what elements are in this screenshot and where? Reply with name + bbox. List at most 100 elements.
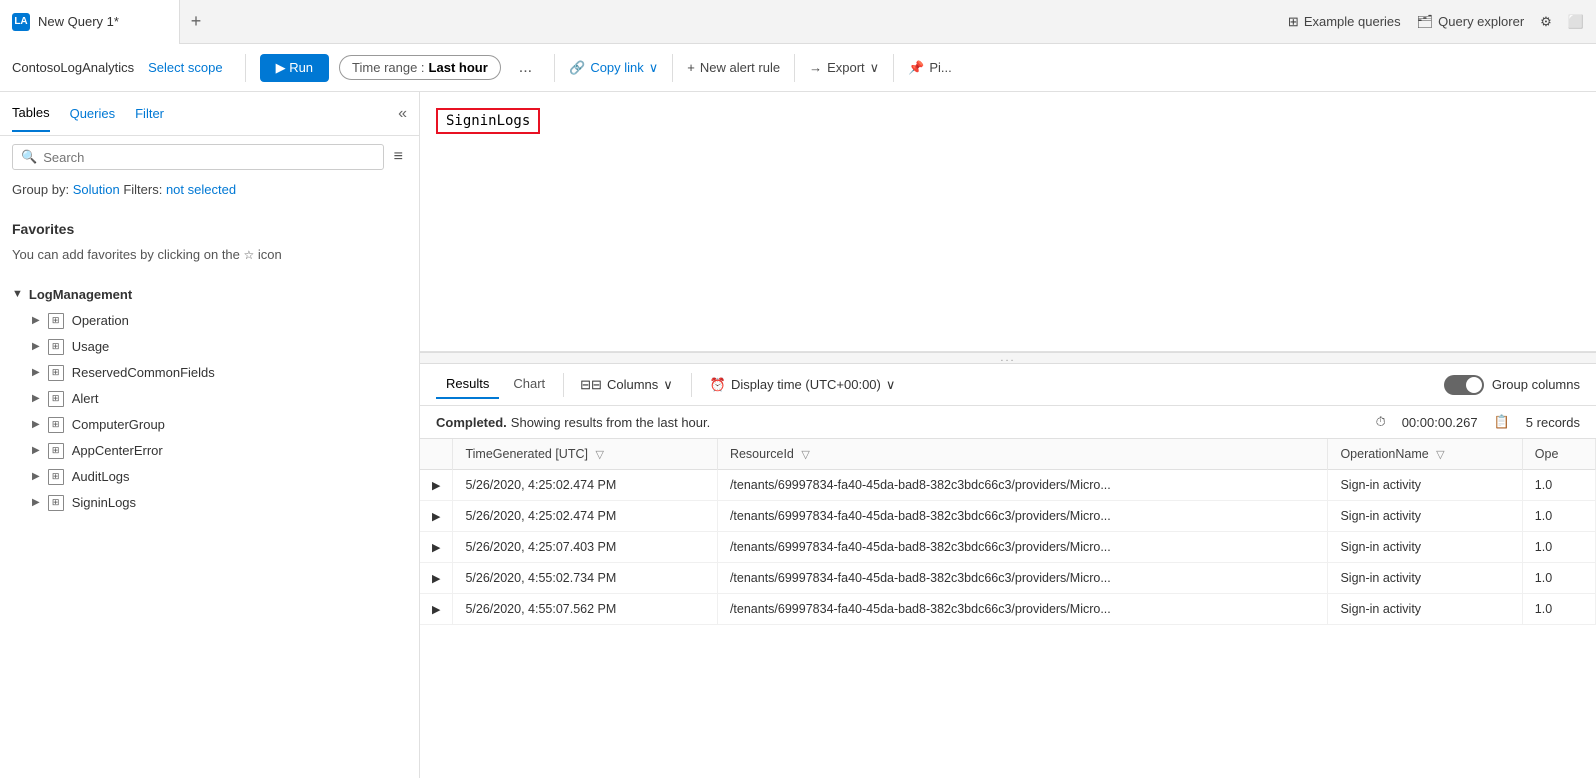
tab-filter[interactable]: Filter bbox=[135, 96, 164, 131]
add-tab-button[interactable]: + bbox=[180, 0, 212, 44]
toggle-switch[interactable] bbox=[1444, 375, 1484, 395]
table-row[interactable]: ▶ 5/26/2020, 4:25:07.403 PM /tenants/699… bbox=[420, 532, 1596, 563]
tree-item-operation[interactable]: ▶ ⊞ Operation bbox=[12, 308, 407, 334]
row-expand-button[interactable]: ▶ bbox=[420, 563, 453, 594]
display-time-button[interactable]: ⏰ Display time (UTC+00:00) ∨ bbox=[702, 373, 904, 397]
divider-5 bbox=[893, 54, 894, 82]
cell-timegenerated: 5/26/2020, 4:25:02.474 PM bbox=[453, 470, 717, 501]
tab-tables[interactable]: Tables bbox=[12, 95, 50, 132]
log-management-group[interactable]: ▼ LogManagement bbox=[12, 281, 407, 308]
filter-icon-button[interactable]: ≡ bbox=[390, 144, 407, 170]
status-left: Completed. Showing results from the last… bbox=[436, 415, 710, 430]
col-timegenerated: TimeGenerated [UTC] ▽ bbox=[453, 439, 717, 470]
tree-item-usage[interactable]: ▶ ⊞ Usage bbox=[12, 334, 407, 360]
operationname-filter-button[interactable]: ▽ bbox=[1436, 448, 1444, 461]
table-row[interactable]: ▶ 5/26/2020, 4:25:02.474 PM /tenants/699… bbox=[420, 501, 1596, 532]
search-input[interactable] bbox=[43, 150, 374, 165]
title-bar-right: ⊞ Example queries 🗂 Query explorer ⚙ ⬜ bbox=[1288, 14, 1596, 30]
tab-results[interactable]: Results bbox=[436, 370, 499, 399]
tree-section: ▼ LogManagement ▶ ⊞ Operation ▶ ⊞ Usage … bbox=[12, 273, 407, 524]
group-by-value[interactable]: Solution bbox=[73, 182, 120, 197]
pin-button[interactable]: 📌 Pi... bbox=[908, 60, 952, 76]
cell-timegenerated: 5/26/2020, 4:25:02.474 PM bbox=[453, 501, 717, 532]
display-time-chevron: ∨ bbox=[886, 377, 896, 393]
query-editor[interactable]: SigninLogs bbox=[420, 92, 1596, 352]
col-resourceid: ResourceId ▽ bbox=[717, 439, 1328, 470]
group-by-label: Group by: bbox=[12, 182, 69, 197]
run-button[interactable]: ▶ Run bbox=[260, 54, 329, 82]
query-area: SigninLogs ... Results Chart ⊟⊟ Columns … bbox=[420, 92, 1596, 778]
main-layout: Tables Queries Filter « 🔍 ≡ Group by: So… bbox=[0, 92, 1596, 778]
tree-item-appcentererror[interactable]: ▶ ⊞ AppCenterError bbox=[12, 438, 407, 464]
tree-item-signinlogs[interactable]: ▶ ⊞ SigninLogs bbox=[12, 490, 407, 516]
sidebar-tabs: Tables Queries Filter « bbox=[0, 92, 419, 136]
tab-chart[interactable]: Chart bbox=[503, 370, 555, 399]
maximize-button[interactable]: ⬜ bbox=[1568, 14, 1584, 30]
divider-1 bbox=[245, 54, 246, 82]
query-explorer-button[interactable]: 🗂 Query explorer bbox=[1417, 14, 1525, 30]
drag-handle[interactable]: ... bbox=[420, 352, 1596, 364]
item-chevron: ▶ bbox=[32, 393, 40, 404]
tab-queries[interactable]: Queries bbox=[70, 96, 116, 131]
time-range-button[interactable]: Time range : Last hour bbox=[339, 55, 501, 80]
row-expand-button[interactable]: ▶ bbox=[420, 470, 453, 501]
table-row[interactable]: ▶ 5/26/2020, 4:25:02.474 PM /tenants/699… bbox=[420, 470, 1596, 501]
tree-item-auditlogs[interactable]: ▶ ⊞ AuditLogs bbox=[12, 464, 407, 490]
results-status: Completed. Showing results from the last… bbox=[420, 406, 1596, 439]
table-row[interactable]: ▶ 5/26/2020, 4:55:02.734 PM /tenants/699… bbox=[420, 563, 1596, 594]
new-alert-rule-button[interactable]: + New alert rule bbox=[687, 60, 780, 75]
cell-timegenerated: 5/26/2020, 4:25:07.403 PM bbox=[453, 532, 717, 563]
group-label: LogManagement bbox=[29, 287, 132, 302]
cell-resourceid: /tenants/69997834-fa40-45da-bad8-382c3bd… bbox=[717, 532, 1328, 563]
results-table-wrap: TimeGenerated [UTC] ▽ ResourceId ▽ Opera… bbox=[420, 439, 1596, 778]
cell-timegenerated: 5/26/2020, 4:55:07.562 PM bbox=[453, 594, 717, 625]
tree-item-computergroup[interactable]: ▶ ⊞ ComputerGroup bbox=[12, 412, 407, 438]
select-scope-button[interactable]: Select scope bbox=[148, 60, 222, 75]
favorites-title: Favorites bbox=[12, 221, 407, 237]
cell-operationname: Sign-in activity bbox=[1328, 501, 1522, 532]
more-options-button[interactable]: ... bbox=[511, 55, 540, 81]
item-label: Alert bbox=[72, 391, 99, 406]
favorites-description: You can add favorites by clicking on the… bbox=[12, 245, 407, 265]
collapse-sidebar-button[interactable]: « bbox=[398, 105, 407, 123]
copy-link-button[interactable]: 🔗 Copy link ∨ bbox=[569, 60, 658, 76]
item-label: SigninLogs bbox=[72, 495, 136, 510]
cell-operationname: Sign-in activity bbox=[1328, 470, 1522, 501]
table-icon: ⊞ bbox=[48, 313, 64, 329]
cell-operationname: Sign-in activity bbox=[1328, 563, 1522, 594]
new-alert-icon: + bbox=[687, 60, 695, 75]
resourceid-filter-button[interactable]: ▽ bbox=[801, 448, 809, 461]
time-range-label: Time range : bbox=[352, 60, 425, 75]
tree-item-reservedcommonfields[interactable]: ▶ ⊞ ReservedCommonFields bbox=[12, 360, 407, 386]
query-text[interactable]: SigninLogs bbox=[436, 108, 540, 134]
divider-3 bbox=[672, 54, 673, 82]
cell-ope: 1.0 bbox=[1522, 532, 1595, 563]
row-expand-button[interactable]: ▶ bbox=[420, 501, 453, 532]
table-row[interactable]: ▶ 5/26/2020, 4:55:07.562 PM /tenants/699… bbox=[420, 594, 1596, 625]
search-box[interactable]: 🔍 bbox=[12, 144, 384, 170]
clock-icon: ⏰ bbox=[710, 377, 726, 393]
timegenerated-filter-button[interactable]: ▽ bbox=[595, 448, 603, 461]
tree-item-alert[interactable]: ▶ ⊞ Alert bbox=[12, 386, 407, 412]
filters-value[interactable]: not selected bbox=[166, 182, 236, 197]
status-completed: Completed. bbox=[436, 415, 507, 430]
active-tab[interactable]: LA New Query 1* bbox=[0, 0, 180, 44]
columns-button[interactable]: ⊟⊟ Columns ∨ bbox=[572, 373, 681, 397]
table-icon: ⊞ bbox=[48, 365, 64, 381]
row-expand-button[interactable]: ▶ bbox=[420, 594, 453, 625]
group-columns-label: Group columns bbox=[1492, 377, 1580, 392]
results-area: Results Chart ⊟⊟ Columns ∨ ⏰ Display tim… bbox=[420, 364, 1596, 778]
cell-ope: 1.0 bbox=[1522, 470, 1595, 501]
copy-link-icon: 🔗 bbox=[569, 60, 585, 76]
example-queries-button[interactable]: ⊞ Example queries bbox=[1288, 14, 1401, 30]
title-bar: LA New Query 1* + ⊞ Example queries 🗂 Qu… bbox=[0, 0, 1596, 44]
star-icon: ☆ bbox=[244, 248, 255, 262]
tab-title: New Query 1* bbox=[38, 14, 119, 29]
item-chevron: ▶ bbox=[32, 341, 40, 352]
timer-icon: ⏱ bbox=[1376, 414, 1386, 430]
row-expand-button[interactable]: ▶ bbox=[420, 532, 453, 563]
settings-button[interactable]: ⚙ bbox=[1540, 14, 1552, 30]
export-button[interactable]: → Export ∨ bbox=[809, 60, 879, 76]
item-label: AuditLogs bbox=[72, 469, 130, 484]
item-chevron: ▶ bbox=[32, 367, 40, 378]
